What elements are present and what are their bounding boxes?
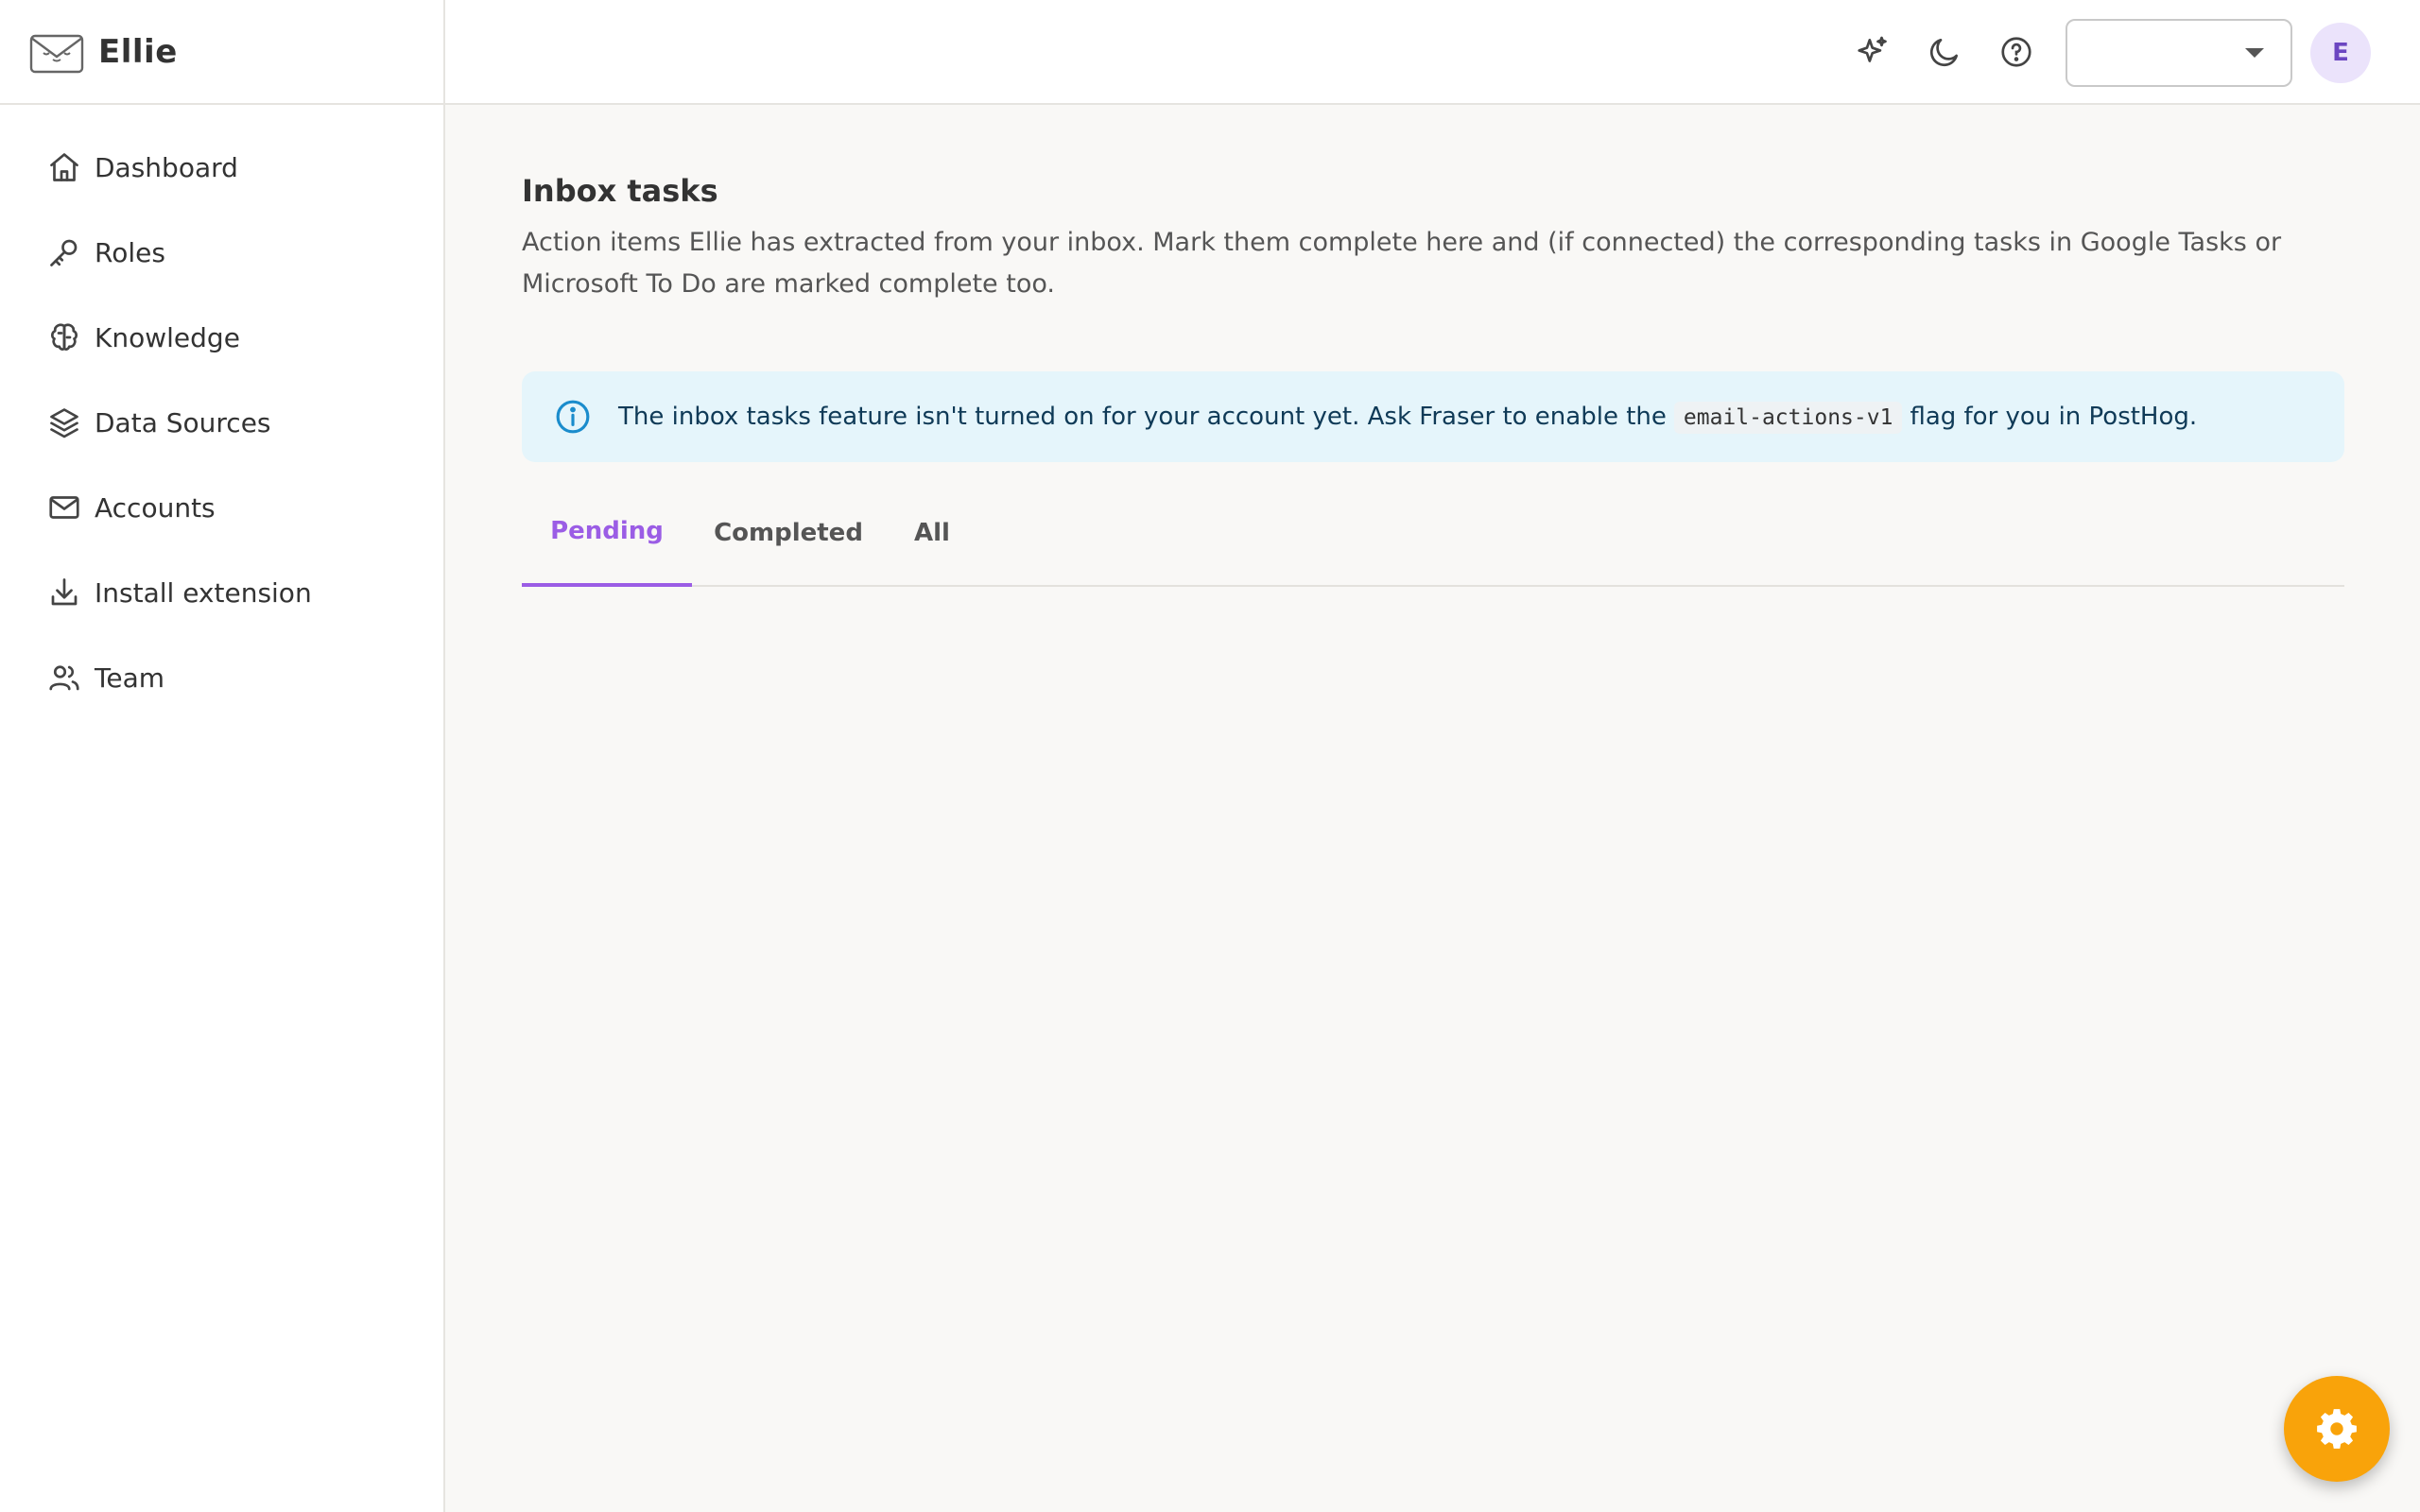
home-icon [50, 153, 78, 181]
info-banner: The inbox tasks feature isn't turned on … [522, 371, 2344, 462]
info-icon [556, 400, 590, 434]
help-button[interactable] [1996, 31, 2037, 73]
sidebar-item-label: Team [95, 662, 165, 694]
sidebar-item-data-sources[interactable]: Data Sources [0, 380, 443, 465]
theme-toggle-button[interactable] [1924, 31, 1965, 73]
sidebar-item-install-extension[interactable]: Install extension [0, 550, 443, 635]
moon-icon [1929, 38, 1959, 67]
page-title: Inbox tasks [522, 173, 718, 209]
brand[interactable]: Ellie [0, 0, 443, 105]
banner-text: The inbox tasks feature isn't turned on … [618, 402, 2198, 434]
key-icon [50, 239, 78, 266]
banner-text-after: flag for you in PostHog. [1910, 403, 2198, 431]
page-description: Action items Ellie has extracted from yo… [522, 228, 2282, 299]
settings-fab-button[interactable] [2284, 1376, 2390, 1482]
sidebar-item-roles[interactable]: Roles [0, 210, 443, 295]
sidebar-item-label: Dashboard [95, 151, 238, 183]
sidebar-item-dashboard[interactable]: Dashboard [0, 125, 443, 210]
flag-code: email-actions-v1 [1673, 402, 1903, 434]
download-icon [51, 578, 78, 606]
sidebar-item-label: Knowledge [95, 321, 240, 353]
brand-name: Ellie [98, 32, 178, 71]
workspace-select[interactable] [2066, 19, 2292, 87]
brain-icon [50, 323, 78, 351]
sidebar-item-label: Install extension [95, 576, 312, 609]
help-icon [2001, 37, 2031, 67]
mail-icon [49, 496, 79, 519]
layers-icon [50, 408, 78, 438]
tab-pending[interactable]: Pending [522, 479, 692, 587]
envelope-logo-icon [29, 34, 84, 73]
ai-assistant-button[interactable] [1852, 31, 1893, 73]
sidebar: Ellie Dashboard Roles Knowledge Data Sou… [0, 0, 445, 1512]
tab-all[interactable]: All [885, 479, 979, 587]
main-content: Inbox tasks Action items Ellie has extra… [522, 105, 2344, 587]
tab-completed[interactable]: Completed [692, 479, 885, 587]
chevron-down-icon [2245, 48, 2264, 58]
app-root: Ellie Dashboard Roles Knowledge Data Sou… [0, 0, 2420, 1512]
gear-icon [2317, 1409, 2357, 1449]
sidebar-item-team[interactable]: Team [0, 635, 443, 720]
banner-text-before: The inbox tasks feature isn't turned on … [618, 403, 1667, 431]
sidebar-item-accounts[interactable]: Accounts [0, 465, 443, 550]
sparkles-icon [1858, 36, 1887, 62]
sidebar-nav: Dashboard Roles Knowledge Data Sources A… [0, 105, 443, 720]
sidebar-item-label: Data Sources [95, 406, 271, 438]
sidebar-item-knowledge[interactable]: Knowledge [0, 295, 443, 380]
top-bar: E [445, 0, 2420, 105]
users-icon [49, 665, 79, 691]
sidebar-item-label: Accounts [95, 491, 216, 524]
avatar[interactable]: E [2310, 23, 2371, 83]
task-tabs: Pending Completed All [522, 479, 2344, 587]
sidebar-item-label: Roles [95, 236, 165, 268]
